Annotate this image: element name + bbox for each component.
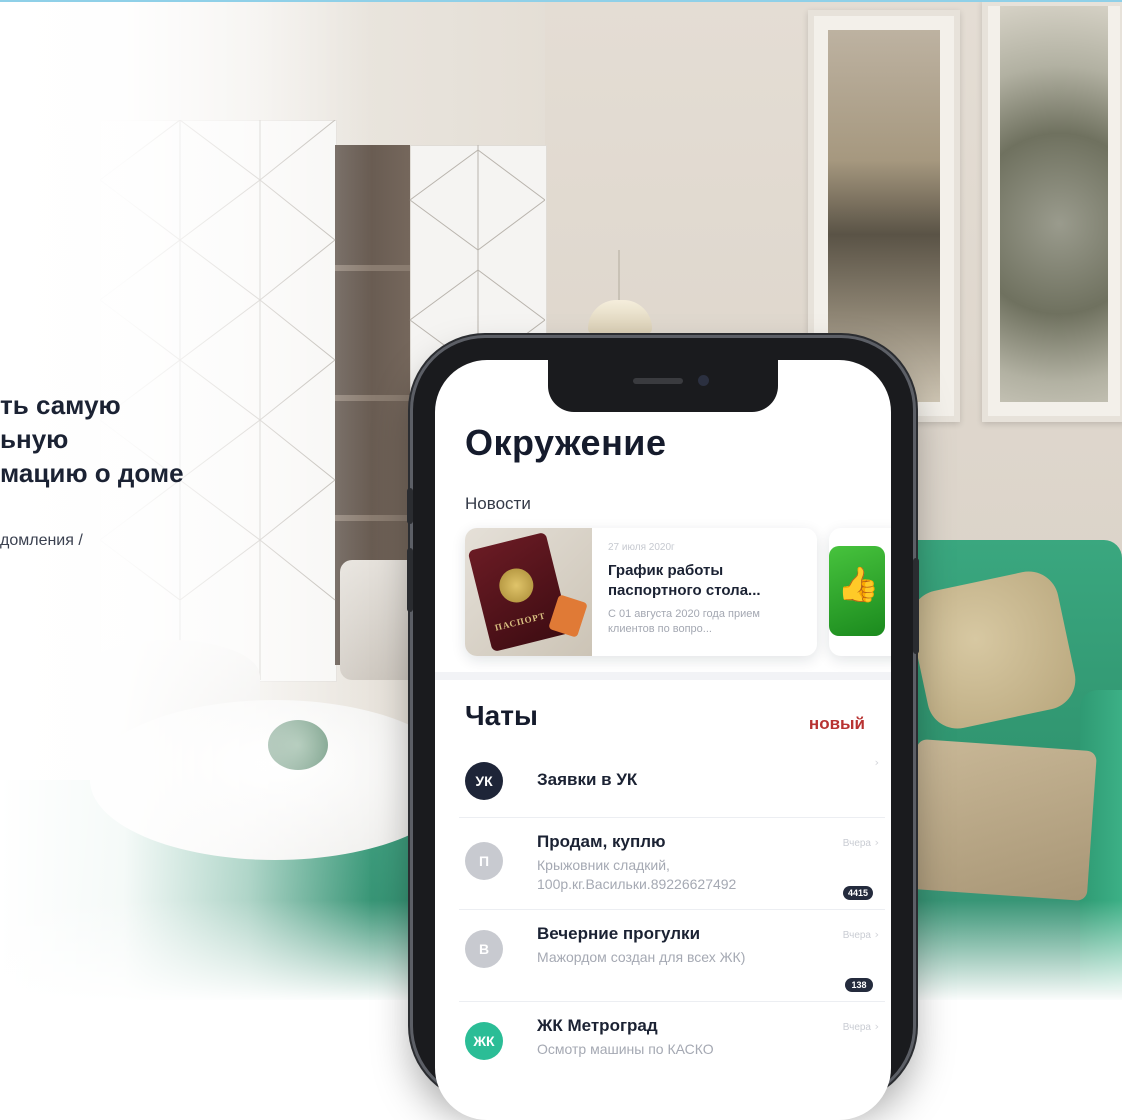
- passport-emblem: [495, 564, 537, 607]
- unread-count-badge: 4415: [842, 886, 873, 900]
- front-camera: [698, 375, 709, 386]
- sofa-blanket: [906, 738, 1098, 902]
- chat-row[interactable]: В Вечерние прогулки Мажордом создан для …: [459, 910, 885, 1002]
- chevron-right-icon: ›: [874, 756, 879, 769]
- news-card-next[interactable]: 👍: [829, 528, 891, 656]
- chat-avatar: В: [465, 930, 503, 968]
- passport-image: ПАСПОРТ: [467, 531, 571, 653]
- chat-last-message: Осмотр машины по КАСКО: [537, 1041, 714, 1057]
- chat-last-message: Крыжовник сладкий, 100р.кг.Васильки.8922…: [537, 857, 737, 892]
- news-image: ПАСПОРТ: [465, 528, 592, 656]
- avatar-initials: П: [478, 853, 490, 869]
- chevron-right-icon: ›: [874, 836, 879, 849]
- headline-line-2: ьную: [0, 424, 69, 454]
- wall-painting-cactus: [982, 0, 1122, 422]
- news-preview: С 01 августа 2020 года прием клиентов по…: [608, 608, 760, 635]
- phone-screen: Окружение Новости ПАСПОРТ 27 июля 2020г …: [435, 360, 891, 1120]
- news-body: 27 июля 2020г График работы паспортного …: [608, 542, 808, 637]
- speaker-grille: [633, 378, 683, 384]
- chat-avatar: П: [465, 842, 503, 880]
- chevron-right-icon: ›: [874, 1020, 879, 1033]
- promo-headline: ть самую ьную мацию о доме: [0, 388, 330, 490]
- phone-mute-switch: [407, 488, 413, 524]
- chat-last-message: Мажордом создан для всех ЖК): [537, 949, 746, 965]
- news-title: График работы паспортного стола...: [608, 562, 761, 599]
- thumbs-up-image: 👍: [829, 546, 885, 636]
- avatar-initials: В: [478, 941, 490, 957]
- chat-name: ЖК Метроград: [537, 1016, 658, 1035]
- chat-row[interactable]: УК Заявки в УК ›: [459, 744, 885, 818]
- phone-notch: [548, 360, 778, 412]
- chat-name: Продам, куплю: [537, 832, 666, 851]
- unread-count-badge: 138: [845, 978, 873, 992]
- chat-time: Вчера: [842, 838, 871, 849]
- promo-subline: домления /: [0, 532, 83, 549]
- new-chat-button[interactable]: новый: [809, 714, 865, 734]
- chat-row[interactable]: ЖК ЖК Метроград Осмотр машины по КАСКО В…: [459, 1002, 885, 1094]
- phone-volume-up: [407, 548, 413, 612]
- chat-time: Вчера: [842, 1022, 871, 1033]
- chat-time: Вчера: [842, 930, 871, 941]
- news-date: 27 июля 2020г: [608, 542, 675, 553]
- news-section-label: Новости: [465, 494, 531, 513]
- chat-avatar: ЖК: [465, 1022, 503, 1060]
- headline-line-1: ть самую: [0, 390, 121, 420]
- thumbs-up-icon: 👍: [837, 565, 880, 605]
- chevron-right-icon: ›: [874, 928, 879, 941]
- avatar-initials: УК: [475, 773, 493, 789]
- phone-power-button: [913, 558, 919, 654]
- chat-name: Заявки в УК: [537, 770, 638, 789]
- passport-label: ПАСПОРТ: [493, 610, 547, 633]
- chat-row[interactable]: П Продам, куплю Крыжовник сладкий, 100р.…: [459, 818, 885, 910]
- section-divider: [435, 672, 891, 680]
- chat-avatar: УК: [465, 762, 503, 800]
- screen-title: Окружение: [465, 422, 667, 463]
- chat-name: Вечерние прогулки: [537, 924, 701, 943]
- top-accent-line: [0, 0, 1122, 2]
- headline-line-3: мацию о доме: [0, 458, 184, 488]
- phone-mockup: Окружение Новости ПАСПОРТ 27 июля 2020г …: [407, 338, 919, 1120]
- avatar-initials: ЖК: [473, 1033, 495, 1049]
- chats-title: Чаты: [465, 700, 538, 731]
- news-card[interactable]: ПАСПОРТ 27 июля 2020г График работы пасп…: [465, 528, 817, 656]
